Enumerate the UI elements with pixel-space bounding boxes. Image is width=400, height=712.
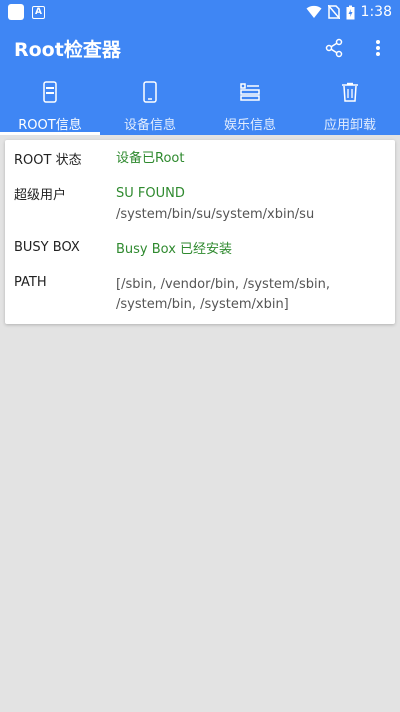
path-label: PATH [14,275,47,290]
battery-charging-icon [346,5,355,19]
app-bar: A 1:38 Root检查器 ROOT信息 设备信息 娱乐信息 应用卸载 [0,0,400,135]
status-time: 1:38 [360,4,392,20]
root-phone-icon [43,81,57,103]
more-vert-icon [376,40,380,56]
toolbar: Root检查器 [0,24,400,72]
notification-icon [8,4,24,20]
phone-icon [143,81,157,103]
app-notification-icon: A [32,5,45,19]
list-settings-icon [240,83,260,101]
tab-app-uninstall[interactable]: 应用卸载 [300,72,400,135]
status-bar: A 1:38 [0,0,400,24]
trash-icon [342,82,358,102]
root-info-card: ROOT 状态 设备已Root 超级用户 SU FOUND /system/bi… [5,140,395,324]
overflow-menu-button[interactable] [356,26,400,70]
busybox-label: BUSY BOX [14,240,80,255]
tab-label: ROOT信息 [18,118,82,133]
superuser-label: 超级用户 [14,188,67,203]
tab-label: 娱乐信息 [223,118,276,133]
tab-root-info[interactable]: ROOT信息 [0,72,100,135]
tab-bar: ROOT信息 设备信息 娱乐信息 应用卸载 [0,72,400,135]
tab-label: 应用卸载 [323,118,376,133]
root-status-label: ROOT 状态 [14,153,82,168]
share-button[interactable] [312,26,356,70]
share-icon [325,38,343,58]
busybox-value: Busy Box 已经安装 [116,242,233,257]
path-value: [/sbin, /vendor/bin, /system/sbin, /syst… [116,277,330,312]
superuser-path: /system/bin/su/system/xbin/su [116,207,315,222]
tab-device-info[interactable]: 设备信息 [100,72,200,135]
tab-label: 设备信息 [123,118,176,133]
tab-entertainment-info[interactable]: 娱乐信息 [200,72,300,135]
app-title: Root检查器 [14,38,121,61]
root-status-value: 设备已Root [116,151,185,166]
superuser-value: SU FOUND [116,186,185,201]
no-sim-icon [327,5,340,19]
tab-indicator [0,132,100,135]
wifi-icon [306,5,322,18]
